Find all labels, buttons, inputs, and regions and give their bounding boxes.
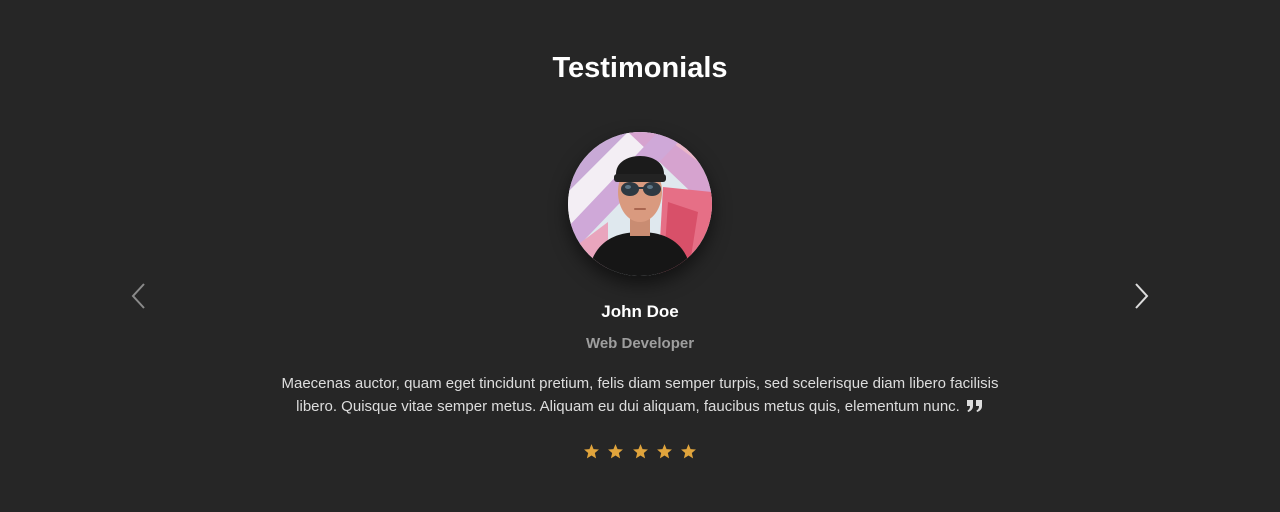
avatar-photo [568, 132, 712, 276]
testimonials-section: Testimonials John Doe Web Developer Maec… [0, 0, 1280, 512]
testimonial-quote: Maecenas auctor, quam eget tincidunt pre… [281, 375, 999, 415]
star-icon [583, 443, 600, 464]
star-icon [632, 443, 649, 464]
avatar [568, 132, 712, 276]
testimonial-quote-block: Maecenas auctor, quam eget tincidunt pre… [260, 372, 1020, 420]
testimonial-role: Web Developer [585, 335, 695, 352]
quote-right-icon [966, 397, 984, 420]
rating-stars [0, 443, 1280, 464]
testimonial-name: John Doe [601, 302, 679, 321]
star-icon [680, 443, 697, 464]
section-title: Testimonials [552, 52, 728, 84]
star-icon [656, 443, 673, 464]
star-icon [607, 443, 624, 464]
